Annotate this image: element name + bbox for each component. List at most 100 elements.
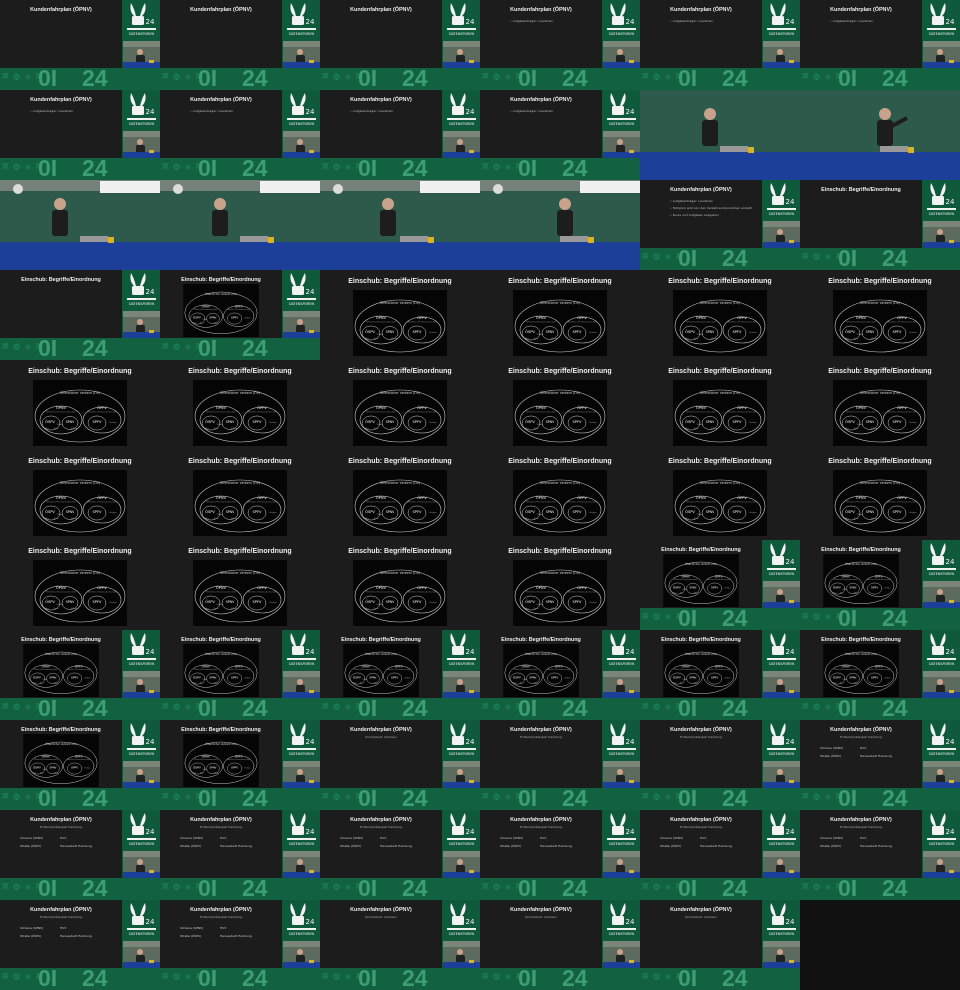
video-frame[interactable]: Einschub: Begriffe/Einordnung Öffentliche… [0, 630, 160, 720]
video-frame[interactable]: Kundenfahrplan (ÖPNV) Einfaches Beispiel … [800, 720, 960, 810]
diagram-outer-label: Öffentlicher Verkehr (ÖV) [60, 480, 100, 485]
video-frame[interactable]: Einschub: Begriffe/Einordnung 24 DATENSPUR… [0, 270, 160, 360]
video-frame[interactable]: Einschub: Begriffe/Einordnung Öffentliche… [640, 450, 800, 540]
diagram-opnv-sublabel: Öffentlicher Personennahverkehr [686, 321, 716, 324]
video-frame[interactable] [480, 180, 640, 270]
video-frame[interactable]: Einschub: Begriffe/Einordnung Öffentliche… [160, 720, 320, 810]
table-cell-right: HVV [860, 836, 867, 840]
video-frame[interactable]: Einschub: Begriffe/Einordnung Öffentliche… [0, 720, 160, 810]
video-frame[interactable]: Kundenfahrplan (ÖPNV) Einfaches Beispiel … [640, 810, 800, 900]
video-frame[interactable]: Kundenfahrplan (ÖPNV) Einfaches Beispiel … [0, 810, 160, 900]
video-frame[interactable] [800, 90, 960, 180]
rabbit-left-ear-icon [450, 723, 456, 736]
video-frame[interactable]: Einschub: Begriffe/Einordnung Öffentliche… [160, 630, 320, 720]
video-frame[interactable]: Kundenfahrplan (ÖPNV) Kompliziert: Sachse… [320, 900, 480, 990]
video-frame[interactable]: Kundenfahrplan (ÖPNV) Kompliziert: Sachse… [640, 900, 800, 990]
video-frame[interactable] [320, 180, 480, 270]
slide-bullet: • Aufgabenträger: Landkreis [350, 109, 393, 113]
video-frame[interactable]: Kundenfahrplan (ÖPNV) 24 DATENSPUREN ⌘ ⚙ ✳ … [320, 0, 480, 90]
video-frame[interactable]: Kundenfahrplan (ÖPNV) • Aufgabenträger: L… [160, 90, 320, 180]
video-frame[interactable]: Kundenfahrplan (ÖPNV) • Aufgabenträger: L… [320, 90, 480, 180]
rabbit-right-ear-icon [620, 3, 626, 16]
video-frame[interactable] [0, 180, 160, 270]
diagram-bus-label: Bus [193, 322, 196, 324]
desk-object [309, 960, 314, 963]
video-frame[interactable]: Einschub: Begriffe/Einordnung Öffentliche… [160, 270, 320, 360]
video-frame[interactable]: Kundenfahrplan (ÖPNV) • Aufgabenträger: L… [480, 90, 640, 180]
event-logo-caption: DATENSPUREN [289, 752, 315, 756]
video-frame[interactable]: Einschub: Begriffe/Einordnung Öffentliche… [0, 540, 160, 630]
video-frame[interactable]: Kundenfahrplan (ÖPNV) Einfaches Beispiel … [800, 810, 960, 900]
logo-divider [767, 568, 796, 570]
video-frame[interactable]: Einschub: Begriffe/Einordnung Öffentliche… [0, 450, 160, 540]
video-frame[interactable] [640, 90, 800, 180]
video-frame[interactable]: Einschub: Begriffe/Einordnung Öffentliche… [640, 360, 800, 450]
video-frame[interactable]: Einschub: Begriffe/Einordnung Öffentliche… [320, 630, 480, 720]
camera-board [443, 761, 480, 767]
video-frame[interactable]: Einschub: Begriffe/Einordnung Öffentliche… [160, 540, 320, 630]
rabbit-right-ear-icon [140, 633, 146, 646]
desk-object [428, 237, 434, 243]
video-frame[interactable]: Einschub: Begriffe/Einordnung Öffentliche… [320, 450, 480, 540]
video-frame[interactable]: Einschub: Begriffe/Einordnung Öffentliche… [800, 630, 960, 720]
diagram-ospv-label: ÖSPV [525, 599, 535, 604]
video-frame[interactable]: Kundenfahrplan (ÖPNV) Einfaches Beispiel … [480, 810, 640, 900]
diagram-ubahn-label: U-Bahn [377, 334, 384, 336]
video-frame[interactable]: Kundenfahrplan (ÖPNV) • Aufgabenträger: L… [640, 0, 800, 90]
video-frame[interactable]: Kundenfahrplan (ÖPNV) Einfaches Beispiel … [160, 810, 320, 900]
video-frame[interactable]: Einschub: Begriffe/Einordnung Öffentliche… [480, 450, 640, 540]
slide-title: Einschub: Begriffe/Einordnung [508, 278, 612, 285]
video-frame[interactable] [160, 180, 320, 270]
rabbit-left-ear-icon [450, 3, 456, 16]
diagram-tram-label: Tram [534, 427, 539, 430]
video-frame[interactable]: Einschub: Begriffe/Einordnung Öffentliche… [0, 360, 160, 450]
camera-board [283, 941, 320, 947]
video-frame[interactable]: Einschub: Begriffe/Einordnung 24 DATENSPUR… [800, 180, 960, 270]
video-frame[interactable]: Kundenfahrplan (ÖPNV) 24 DATENSPUREN ⌘ ⚙ ✳ … [160, 0, 320, 90]
video-frame[interactable]: Einschub: Begriffe/Einordnung Öffentliche… [320, 270, 480, 360]
video-frame[interactable]: Einschub: Begriffe/Einordnung Öffentliche… [320, 540, 480, 630]
video-frame[interactable]: Einschub: Begriffe/Einordnung Öffentliche… [800, 450, 960, 540]
rabbit-right-ear-icon [780, 3, 786, 16]
video-frame[interactable]: Kundenfahrplan (ÖPNV) Einfaches Beispiel … [320, 810, 480, 900]
video-frame[interactable]: Einschub: Begriffe/Einordnung Öffentliche… [160, 360, 320, 450]
video-frame[interactable]: Kundenfahrplan (ÖPNV) Einfaches Beispiel … [480, 720, 640, 810]
diagram-spnv-label: SPNV [370, 676, 377, 680]
event-banner: ⌘ ⚙ ✳ ⌘ 0I 24 [480, 698, 640, 720]
banner-ornament-digits: 0I [838, 68, 858, 90]
video-frame[interactable]: Einschub: Begriffe/Einordnung Öffentliche… [800, 360, 960, 450]
video-frame[interactable]: Einschub: Begriffe/Einordnung Öffentliche… [640, 540, 800, 630]
rabbit-left-ear-icon [770, 723, 776, 736]
video-frame[interactable]: Kundenfahrplan (ÖPNV) • Aufgabenträger: L… [640, 180, 800, 270]
speaker-head [617, 679, 623, 685]
video-frame[interactable]: Kundenfahrplan (ÖPNV) Kompliziert: Sachse… [480, 900, 640, 990]
video-frame[interactable]: Einschub: Begriffe/Einordnung Öffentliche… [160, 450, 320, 540]
video-frame[interactable]: Einschub: Begriffe/Einordnung Öffentliche… [480, 270, 640, 360]
video-frame[interactable]: Kundenfahrplan (ÖPNV) • Aufgabenträger: L… [0, 90, 160, 180]
video-frame[interactable]: Einschub: Begriffe/Einordnung Öffentliche… [480, 630, 640, 720]
einordnung-diagram: Öffentlicher Verkehr (ÖV)ÖPNVÖffentliche… [193, 560, 287, 626]
video-frame[interactable]: Einschub: Begriffe/Einordnung Öffentliche… [480, 360, 640, 450]
diagram-spnv-label: SPNV [386, 600, 395, 604]
video-frame[interactable]: Einschub: Begriffe/Einordnung Öffentliche… [800, 270, 960, 360]
table-cell-right: Hansestadt Hamburg [860, 844, 892, 848]
banner-number: 24 [82, 788, 108, 810]
video-frame[interactable]: Einschub: Begriffe/Einordnung Öffentliche… [480, 540, 640, 630]
video-frame[interactable]: Einschub: Begriffe/Einordnung Öffentliche… [640, 270, 800, 360]
diagram-ubahn-label: U-Bahn [377, 514, 384, 516]
video-frame[interactable]: Kundenfahrplan (ÖPNV) 24 DATENSPUREN ⌘ ⚙ ✳ … [0, 0, 160, 90]
video-frame[interactable]: Kundenfahrplan (ÖPNV) Kompliziert: Sachse… [320, 720, 480, 810]
video-frame[interactable]: Kundenfahrplan (ÖPNV) Einfaches Beispiel … [0, 900, 160, 990]
video-frame[interactable]: Kundenfahrplan (ÖPNV) • Aufgabenträger: L… [800, 0, 960, 90]
desk-object [629, 690, 634, 693]
event-logo: 24 DATENSPUREN [287, 813, 316, 846]
diagram-spfv-label: SPFV [231, 676, 238, 680]
video-frame[interactable]: Einschub: Begriffe/Einordnung Öffentliche… [640, 630, 800, 720]
video-frame[interactable]: Kundenfahrplan (ÖPNV) Einfaches Beispiel … [160, 900, 320, 990]
video-frame[interactable]: Einschub: Begriffe/Einordnung Öffentliche… [320, 360, 480, 450]
video-frame[interactable]: Kundenfahrplan (ÖPNV) Einfaches Beispiel … [640, 720, 800, 810]
video-frame[interactable]: Kundenfahrplan (ÖPNV) • Aufgabenträger: L… [480, 0, 640, 90]
video-frame[interactable]: Einschub: Begriffe/Einordnung Öffentliche… [800, 540, 960, 630]
slide: Kundenfahrplan (ÖPNV) Einfaches Beispiel … [640, 810, 762, 878]
diagram-opnv-label: ÖPNV [42, 753, 50, 758]
